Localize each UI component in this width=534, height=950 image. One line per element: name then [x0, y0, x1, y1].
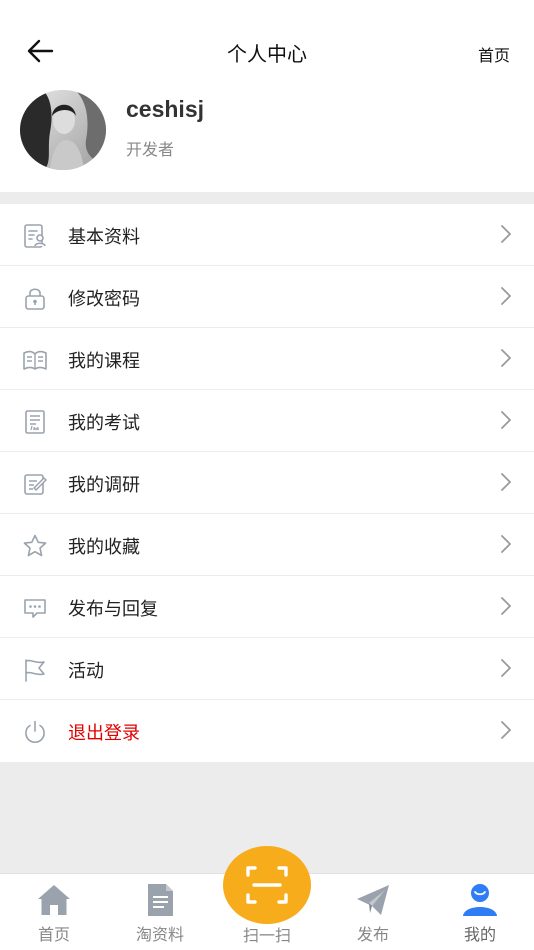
menu-item-label: 我的考试 — [68, 413, 140, 434]
tab-materials[interactable]: 淘资料 — [115, 874, 205, 950]
exam-paper-icon — [25, 410, 45, 434]
user-role: 开发者 — [126, 140, 175, 159]
scan-icon — [246, 866, 288, 904]
menu-item-profile[interactable]: 基本资料 — [0, 204, 534, 266]
chevron-right-icon — [501, 411, 511, 429]
paper-plane-icon — [357, 885, 389, 915]
flag-icon — [25, 659, 45, 682]
document-icon — [148, 884, 173, 916]
menu-item-label: 修改密码 — [68, 289, 140, 310]
chevron-right-icon — [501, 287, 511, 305]
page-title: 个人中心 — [227, 42, 307, 66]
scan-button[interactable] — [223, 846, 311, 924]
scan-label: 扫一扫 — [242, 926, 291, 945]
lock-icon — [25, 288, 45, 310]
avatar[interactable] — [20, 90, 106, 170]
menu-item-password[interactable]: 修改密码 — [0, 266, 534, 328]
star-icon — [23, 534, 47, 557]
user-icon — [463, 884, 497, 916]
tab-label: 淘资料 — [135, 925, 184, 944]
chevron-right-icon — [501, 659, 511, 677]
menu-item-activities[interactable]: 活动 — [0, 638, 534, 700]
tab-label: 发布 — [356, 925, 389, 944]
settings-menu: 基本资料 修改密码 我的课程 我的考试 我的调研 我的收藏 发布与回复 活动 退… — [0, 204, 534, 762]
edit-note-icon — [24, 474, 47, 495]
profile-header: 个人中心 首页 ceshisj 开发者 — [0, 0, 534, 192]
logout-label: 退出登录 — [68, 723, 140, 744]
menu-item-favorites[interactable]: 我的收藏 — [0, 514, 534, 576]
profile-card-icon — [24, 224, 46, 248]
chevron-right-icon — [501, 535, 511, 553]
menu-item-surveys[interactable]: 我的调研 — [0, 452, 534, 514]
tab-home[interactable]: 首页 — [9, 874, 99, 950]
menu-item-label: 我的课程 — [68, 351, 140, 372]
menu-item-exams[interactable]: 我的考试 — [0, 390, 534, 452]
comment-icon — [24, 599, 46, 618]
tab-publish[interactable]: 发布 — [328, 874, 418, 950]
chevron-right-icon — [501, 597, 511, 615]
menu-item-posts[interactable]: 发布与回复 — [0, 576, 534, 638]
menu-item-label: 我的收藏 — [68, 537, 140, 558]
menu-item-label: 发布与回复 — [68, 599, 158, 620]
tab-mine[interactable]: 我的 — [435, 874, 525, 950]
tab-label: 我的 — [463, 925, 496, 944]
menu-item-logout[interactable]: 退出登录 — [0, 700, 534, 762]
home-link[interactable]: 首页 — [478, 42, 510, 66]
menu-item-label: 我的调研 — [68, 475, 140, 496]
chevron-right-icon — [501, 473, 511, 491]
chevron-right-icon — [501, 349, 511, 367]
power-icon — [25, 720, 45, 744]
book-icon — [23, 350, 47, 370]
menu-item-label: 活动 — [68, 661, 104, 682]
home-icon — [38, 885, 70, 915]
username: ceshisj — [126, 96, 204, 122]
menu-item-label: 基本资料 — [68, 227, 140, 248]
tab-label: 首页 — [37, 925, 70, 944]
chevron-right-icon — [501, 225, 511, 243]
menu-item-courses[interactable]: 我的课程 — [0, 328, 534, 390]
chevron-right-icon — [501, 721, 511, 739]
